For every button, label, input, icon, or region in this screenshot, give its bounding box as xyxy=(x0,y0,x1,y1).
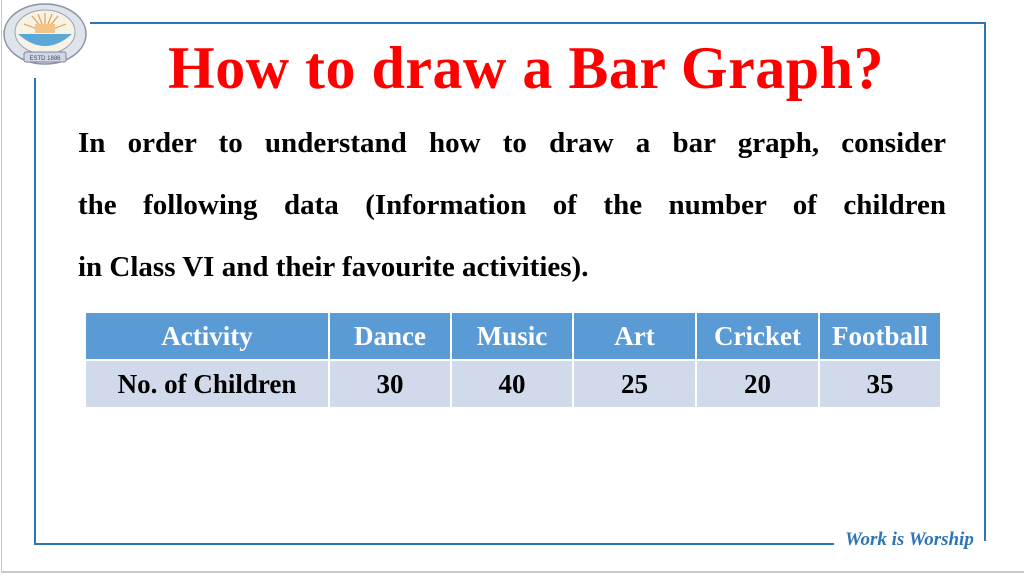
header-cell-dance: Dance xyxy=(328,311,452,361)
header-cell-cricket: Cricket xyxy=(695,311,820,361)
table-header-row: Activity Dance Music Art Cricket Footbal… xyxy=(84,311,942,361)
frame-left-line xyxy=(34,78,36,545)
frame-top-line xyxy=(90,22,986,24)
intro-line: the following data (Information of the n… xyxy=(78,189,946,221)
intro-line: in Class VI and their favourite activiti… xyxy=(78,251,589,283)
header-cell-football: Football xyxy=(818,311,942,361)
table-row: No. of Children 30 40 25 20 35 xyxy=(84,359,942,409)
activity-data-table: Activity Dance Music Art Cricket Footbal… xyxy=(84,311,942,409)
intro-paragraph: In order to understand how to draw a bar… xyxy=(78,112,946,298)
header-cell-music: Music xyxy=(450,311,574,361)
slide-title: How to draw a Bar Graph? xyxy=(168,35,884,101)
header-cell-art: Art xyxy=(572,311,697,361)
footer-motto: Work is Worship xyxy=(845,529,974,550)
value-cell-art: 25 xyxy=(572,359,697,409)
frame-bottom-line xyxy=(34,543,834,545)
row-label-cell: No. of Children xyxy=(84,359,330,409)
value-cell-dance: 30 xyxy=(328,359,452,409)
header-cell-activity: Activity xyxy=(84,311,330,361)
value-cell-football: 35 xyxy=(818,359,942,409)
intro-line: In order to understand how to draw a bar… xyxy=(78,127,946,159)
value-cell-music: 40 xyxy=(450,359,574,409)
value-cell-cricket: 20 xyxy=(695,359,820,409)
